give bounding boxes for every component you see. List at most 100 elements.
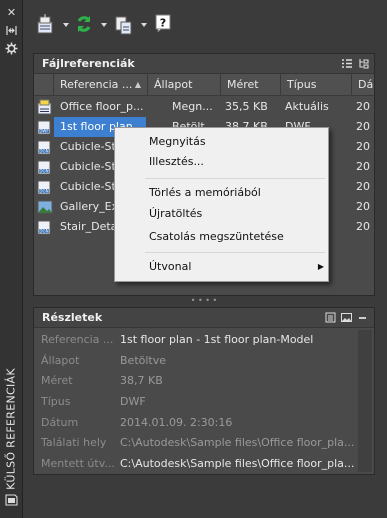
toolbar: ? xyxy=(30,12,380,40)
column-header-status[interactable]: Állapot xyxy=(148,74,221,96)
file-references-columns: Referencia ... ▲ Állapot Méret Típus Dá xyxy=(34,74,374,96)
svg-text:DGN: DGN xyxy=(39,189,48,194)
details-row: Találati hely C:\Autodesk\Sample files\O… xyxy=(34,433,356,454)
row-date: 20 xyxy=(356,200,370,213)
menu-item-detach-label: Csatolás megszüntetése xyxy=(149,230,284,243)
menu-item-unload[interactable]: Törlés a memóriából xyxy=(149,184,261,202)
context-menu: Megnyitás Illesztés... Törlés a memóriáb… xyxy=(114,127,329,282)
menu-separator xyxy=(145,178,325,179)
file-references-header: Fájlreferenciák xyxy=(34,54,374,74)
svg-text:?: ? xyxy=(160,17,166,30)
details-row: Típus DWF xyxy=(34,392,356,413)
svg-text:DGN: DGN xyxy=(39,149,48,154)
menu-item-attach[interactable]: Illesztés... xyxy=(149,153,204,171)
list-view-icon[interactable] xyxy=(341,58,352,69)
image-file-icon xyxy=(37,199,53,215)
properties-icon[interactable] xyxy=(5,42,18,55)
details-header: Részletek xyxy=(34,308,374,328)
svg-text:DGN: DGN xyxy=(39,229,48,234)
column-header-reference[interactable]: Referencia ... ▲ xyxy=(54,74,148,96)
attach-dwg-icon xyxy=(37,14,53,34)
svg-text:DWF: DWF xyxy=(39,129,49,134)
details-value: Betöltve xyxy=(120,353,167,367)
details-row: Dátum 2014.01.09. 2:30:16 xyxy=(34,413,356,434)
dwf-file-icon: DWF xyxy=(37,119,53,135)
details-panel: Részletek Referencia ... 1st floor plan … xyxy=(33,307,375,475)
row-type: Aktuális xyxy=(285,100,329,113)
details-value: C:\Autodesk\Sample files\Office floor_pl… xyxy=(120,457,355,471)
dwg-file-icon xyxy=(37,99,53,115)
details-value: C:\Autodesk\Sample files\Office floor_pl… xyxy=(120,436,355,450)
palette-menu-icon[interactable] xyxy=(5,493,18,506)
palette-title: KÜLSŐ REFERENCIÁK xyxy=(3,368,19,490)
menu-item-attach-label: Illesztés... xyxy=(149,155,204,168)
row-date: 20 xyxy=(356,100,370,113)
details-value: 1st floor plan - 1st floor plan-Model xyxy=(120,333,314,346)
menu-item-unload-label: Törlés a memóriából xyxy=(149,186,261,199)
menu-item-open[interactable]: Megnyitás xyxy=(149,133,206,151)
row-status: Megn... xyxy=(172,100,213,113)
details-label: Referencia ... xyxy=(41,333,114,346)
column-header-type[interactable]: Típus xyxy=(281,74,352,96)
row-date: 20 xyxy=(356,160,370,173)
details-value: 2014.01.09. 2:30:16 xyxy=(120,415,233,429)
palette-strip: ✕ KÜLSŐ REFERENCIÁK xyxy=(0,0,23,518)
close-icon[interactable]: ✕ xyxy=(5,6,18,19)
details-label: Dátum xyxy=(41,415,79,429)
details-view-icon[interactable] xyxy=(325,312,336,323)
menu-item-reload[interactable]: Újratöltés xyxy=(149,205,202,223)
column-header-status-label: Állapot xyxy=(154,78,193,91)
file-references-title: Fájlreferenciák xyxy=(42,57,135,70)
dgn-file-icon: DGN xyxy=(37,219,53,235)
column-header-size-label: Méret xyxy=(227,78,259,91)
row-date: 20 xyxy=(356,120,370,133)
help-button[interactable]: ? xyxy=(155,14,175,38)
details-row: Referencia ... 1st floor plan - 1st floo… xyxy=(34,330,356,351)
refresh-icon xyxy=(77,16,91,32)
dgn-file-icon: DGN xyxy=(37,159,53,175)
details-label: Méret xyxy=(41,374,73,388)
row-size: 35,5 KB xyxy=(225,100,268,113)
details-label: Típus xyxy=(41,395,71,409)
details-label: Állapot xyxy=(41,353,80,367)
dgn-file-icon: DGN xyxy=(37,139,53,155)
panel-splitter[interactable]: • • • • xyxy=(33,297,375,305)
column-header-size[interactable]: Méret xyxy=(221,74,281,96)
collapse-icon[interactable] xyxy=(357,312,368,323)
submenu-arrow-icon: ▶ xyxy=(317,262,324,271)
tree-view-icon[interactable] xyxy=(358,58,369,69)
details-row: Mentett útv... C:\Autodesk\Sample files\… xyxy=(34,454,356,475)
help-icon: ? xyxy=(155,14,171,34)
auto-hide-icon[interactable] xyxy=(5,24,18,37)
details-row: Méret 38,7 KB xyxy=(34,371,356,392)
details-scrollbar[interactable] xyxy=(358,330,372,472)
icon-column-header xyxy=(34,74,54,96)
column-header-date[interactable]: Dá xyxy=(352,74,376,96)
dgn-file-icon: DGN xyxy=(37,179,53,195)
row-date: 20 xyxy=(356,180,370,193)
details-value: 38,7 KB xyxy=(120,374,163,388)
preview-icon[interactable] xyxy=(341,312,352,323)
menu-item-detach[interactable]: Csatolás megszüntetése xyxy=(149,228,284,246)
change-path-button[interactable] xyxy=(114,14,150,38)
details-title: Részletek xyxy=(42,311,103,324)
menu-separator xyxy=(145,252,325,253)
details-value: DWF xyxy=(120,395,146,409)
menu-item-open-label: Megnyitás xyxy=(149,135,206,148)
details-label: Mentett útv... xyxy=(41,457,115,471)
column-header-date-label: Dá xyxy=(358,78,374,91)
attach-dwg-button[interactable] xyxy=(36,14,72,38)
column-header-type-label: Típus xyxy=(287,78,317,91)
sort-asc-icon: ▲ xyxy=(134,80,141,89)
column-header-reference-label: Referencia ... xyxy=(60,78,133,91)
menu-item-path[interactable]: Útvonal ▶ xyxy=(149,258,324,276)
row-name: Office floor_p... xyxy=(60,100,144,113)
svg-text:DGN: DGN xyxy=(39,169,48,174)
refresh-button[interactable] xyxy=(74,14,110,38)
palette-title-text: KÜLSŐ REFERENCIÁK xyxy=(4,368,18,490)
menu-item-path-label: Útvonal xyxy=(149,260,192,273)
details-list: Referencia ... 1st floor plan - 1st floo… xyxy=(34,330,356,475)
details-row: Állapot Betöltve xyxy=(34,351,356,372)
table-row[interactable]: Office floor_p... Megn... 35,5 KB Aktuál… xyxy=(34,97,374,117)
menu-item-reload-label: Újratöltés xyxy=(149,207,203,220)
